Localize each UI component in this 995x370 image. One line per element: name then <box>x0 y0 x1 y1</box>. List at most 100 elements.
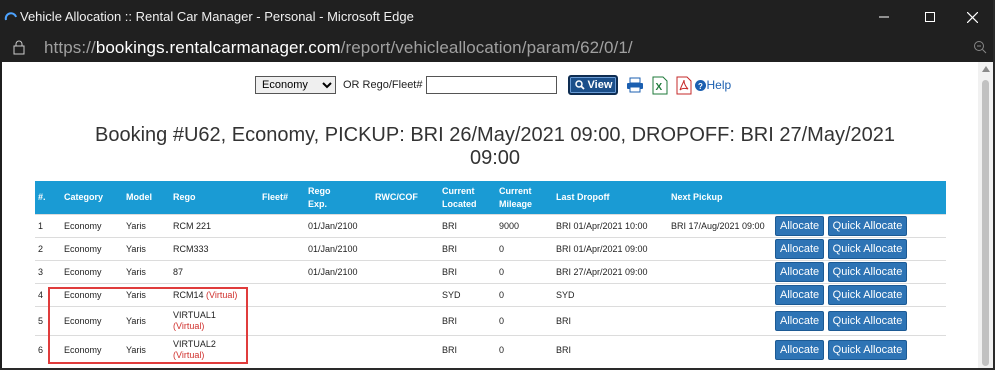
page-title: Booking #U62, Economy, PICKUP: BRI 26/Ma… <box>2 124 978 170</box>
cell-num: 2 <box>35 237 61 261</box>
allocate-button[interactable]: Allocate <box>775 285 825 305</box>
quick-allocate-button[interactable]: Quick Allocate <box>827 239 908 259</box>
close-icon <box>966 11 978 23</box>
maximize-icon <box>925 12 935 22</box>
pdf-icon <box>676 76 692 94</box>
cell-model: Yaris <box>123 260 170 284</box>
cell-rego: RCM 221 <box>170 214 259 238</box>
view-label: View <box>587 79 613 91</box>
scroll-up-icon[interactable] <box>982 66 990 72</box>
pdf-export-button[interactable] <box>676 76 692 95</box>
allocate-button[interactable]: Allocate <box>775 340 825 360</box>
scrollbar-thumb[interactable] <box>982 80 989 366</box>
cell-fleet <box>259 237 305 261</box>
cell-next-pickup <box>668 306 772 336</box>
quick-allocate-button[interactable]: Quick Allocate <box>827 262 908 282</box>
cell-actions: Allocate Quick Allocate <box>772 335 946 364</box>
minimize-icon <box>879 16 889 18</box>
column-header: Rego <box>170 181 259 215</box>
cell-fleet <box>259 214 305 238</box>
print-icon <box>627 77 644 93</box>
cell-fleet <box>259 283 305 307</box>
cell-rego-exp: 01/Jan/2100 <box>305 260 372 284</box>
cell-rwc <box>372 335 439 364</box>
quick-allocate-button[interactable]: Quick Allocate <box>827 216 908 236</box>
address-bar[interactable]: https://bookings.rentalcarmanager.com/re… <box>0 34 995 62</box>
column-header <box>772 181 946 215</box>
rego-value: RCM 221 <box>173 220 212 231</box>
cell-located: SYD <box>439 283 496 307</box>
excel-icon: X <box>652 76 668 94</box>
quick-allocate-button[interactable]: Quick Allocate <box>827 285 908 305</box>
cell-last-dropoff: BRI 01/Apr/2021 09:00 <box>553 237 668 261</box>
print-button[interactable] <box>626 77 644 93</box>
allocate-button[interactable]: Allocate <box>775 239 825 259</box>
cell-rego-exp: 01/Jan/2100 <box>305 214 372 238</box>
help-label: Help <box>706 78 732 92</box>
minimize-button[interactable] <box>861 0 907 34</box>
cell-actions: Allocate Quick Allocate <box>772 260 946 284</box>
cell-rego-exp <box>305 283 372 307</box>
cell-mileage: 0 <box>496 237 553 261</box>
svg-text:X: X <box>656 82 663 93</box>
cell-next-pickup: BRI 17/Aug/2021 09:00 <box>668 214 772 238</box>
cell-next-pickup <box>668 335 772 364</box>
quick-allocate-button[interactable]: Quick Allocate <box>827 340 908 360</box>
allocate-button[interactable]: Allocate <box>775 311 825 331</box>
svg-text:?: ? <box>698 82 703 91</box>
cell-next-pickup <box>668 283 772 307</box>
cell-next-pickup <box>668 260 772 284</box>
maximize-button[interactable] <box>907 0 953 34</box>
cell-fleet <box>259 306 305 336</box>
column-header: Current Located <box>439 181 496 215</box>
cell-rwc <box>372 237 439 261</box>
view-button[interactable]: View <box>568 75 619 95</box>
cell-model: Yaris <box>123 237 170 261</box>
cell-last-dropoff: BRI <box>553 335 668 364</box>
page-title-line2: 09:00 <box>469 147 521 169</box>
cell-mileage: 0 <box>496 306 553 336</box>
search-icon <box>574 80 585 90</box>
help-icon: ? <box>695 79 707 91</box>
table-header-row: #. Category Model Rego Fleet# Rego Exp. RWC/CO… <box>35 181 946 215</box>
app-icon <box>4 12 17 21</box>
quick-allocate-button[interactable]: Quick Allocate <box>827 311 908 331</box>
rego-input[interactable] <box>426 76 558 94</box>
table-row: 1 Economy Yaris RCM 221 01/Jan/2100 BRI 9000 BR… <box>35 214 946 238</box>
close-button[interactable] <box>949 0 995 34</box>
cell-actions: Allocate Quick Allocate <box>772 237 946 261</box>
rego-value: 87 <box>173 266 184 277</box>
scrollbar[interactable] <box>978 62 993 368</box>
category-select[interactable]: Economy <box>255 76 336 94</box>
allocate-button[interactable]: Allocate <box>775 262 825 282</box>
table-row: 2 Economy Yaris RCM333 01/Jan/2100 BRI 0 BRI 01… <box>35 237 946 261</box>
cell-last-dropoff: BRI <box>553 306 668 336</box>
cell-rwc <box>372 214 439 238</box>
cell-category: Economy <box>61 237 123 261</box>
cell-mileage: 0 <box>496 260 553 284</box>
excel-export-button[interactable]: X <box>652 76 668 95</box>
column-header: Next Pickup <box>668 181 772 215</box>
rego-value: RCM333 <box>173 243 209 254</box>
cell-rwc <box>372 283 439 307</box>
cell-located: BRI <box>439 260 496 284</box>
url-text[interactable]: https://bookings.rentalcarmanager.com/re… <box>44 38 633 58</box>
rego-label: OR Rego/Fleet# <box>343 79 423 91</box>
cell-rego-exp <box>305 335 372 364</box>
url-path: /report/vehicleallocation/param/62/0/1/ <box>340 38 633 57</box>
cell-fleet <box>259 260 305 284</box>
cell-actions: Allocate Quick Allocate <box>772 306 946 336</box>
cell-rego-exp <box>305 306 372 336</box>
help-link[interactable]: ? Help <box>695 78 731 92</box>
column-header: Current Mileage <box>496 181 553 215</box>
cell-model: Yaris <box>123 214 170 238</box>
cell-rego-exp: 01/Jan/2100 <box>305 237 372 261</box>
cell-mileage: 9000 <box>496 214 553 238</box>
cell-category: Economy <box>61 214 123 238</box>
title-bar: Vehicle Allocation :: Rental Car Manager… <box>0 0 995 34</box>
zoom-icon[interactable] <box>973 40 987 54</box>
cell-fleet <box>259 335 305 364</box>
allocate-button[interactable]: Allocate <box>775 216 825 236</box>
url-prefix: https:// <box>44 38 96 57</box>
column-header: Model <box>123 181 170 215</box>
